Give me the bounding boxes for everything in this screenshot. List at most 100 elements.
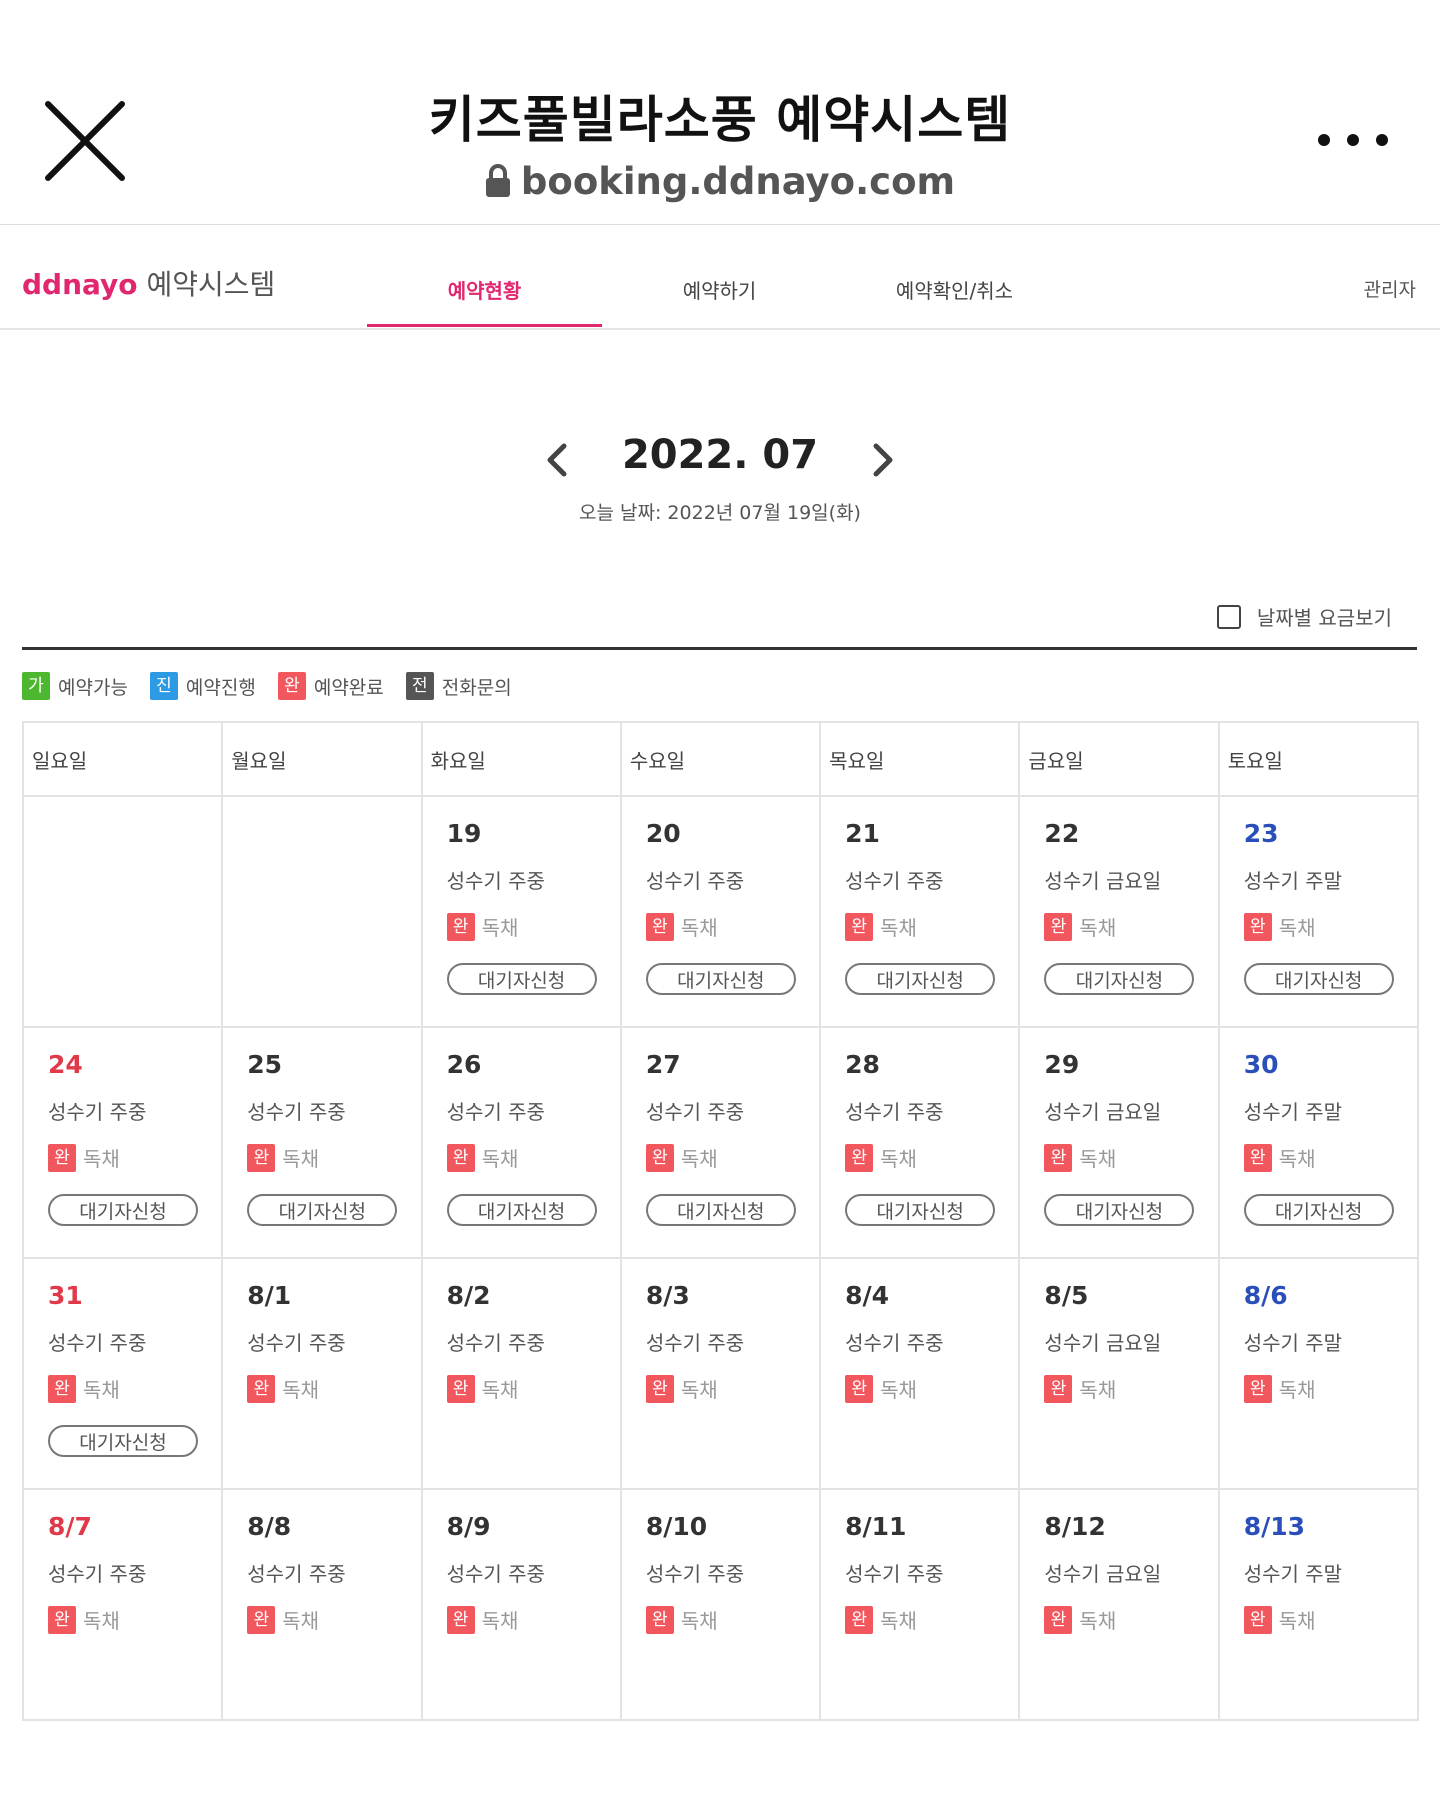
room-status[interactable]: 완 독채	[247, 1605, 319, 1634]
room-status[interactable]: 완 독채	[645, 1143, 718, 1172]
room-status[interactable]: 완 독채	[1243, 1374, 1316, 1403]
room-status[interactable]: 완 독채	[1243, 912, 1316, 941]
weekday-header: 토요일	[1219, 723, 1419, 797]
room-status[interactable]: 완 독채	[645, 1605, 718, 1634]
room-status[interactable]: 완 독채	[247, 1374, 319, 1403]
season-label: 성수기 주말	[1243, 869, 1343, 893]
room-status[interactable]: 완 독채	[48, 1143, 120, 1172]
more-icon[interactable]	[1318, 128, 1388, 152]
room-status[interactable]: 완 독채	[845, 1605, 917, 1634]
room-status[interactable]: 완 독채	[845, 1374, 917, 1403]
room-name: 독채	[680, 1378, 718, 1402]
season-label: 성수기 주중	[247, 1100, 346, 1124]
tab-reservation-status[interactable]: 예약현황	[367, 275, 602, 304]
season-label: 성수기 금요일	[1044, 1562, 1162, 1586]
room-name: 독채	[481, 1147, 519, 1171]
legend-completed: 완 예약완료	[277, 672, 384, 700]
room-status[interactable]: 완 독채	[645, 912, 718, 941]
season-label: 성수기 주중	[645, 1562, 745, 1586]
room-status[interactable]: 완 독채	[1044, 1374, 1116, 1403]
completed-badge: 완	[845, 1143, 874, 1172]
completed-badge: 완	[247, 1605, 276, 1634]
room-status[interactable]: 완 독채	[1044, 1143, 1116, 1172]
day-number: 19	[446, 819, 482, 848]
room-status[interactable]: 완 독채	[48, 1374, 120, 1403]
season-label: 성수기 주중	[645, 1331, 745, 1355]
room-status[interactable]: 완 독채	[1044, 912, 1116, 941]
site-navigation: ddnayo 예약시스템 예약현황 예약하기 예약확인/취소 관리자	[0, 225, 1440, 330]
waitlist-button[interactable]: 대기자신청	[845, 1194, 996, 1226]
day-number: 8/12	[1044, 1512, 1106, 1541]
tab-check-cancel[interactable]: 예약확인/취소	[837, 275, 1072, 304]
day-number: 24	[48, 1050, 83, 1079]
calendar-day: 8/9 성수기 주중 완 독채	[422, 1490, 622, 1721]
calendar-day: 8/10 성수기 주중 완 독채	[621, 1490, 822, 1721]
calendar-day: 26 성수기 주중 완 독채 대기자신청	[422, 1028, 622, 1259]
room-status[interactable]: 완 독채	[446, 1605, 518, 1634]
room-status[interactable]: 완 독채	[845, 912, 917, 941]
chevron-left-icon[interactable]	[538, 438, 578, 482]
completed-badge: 완	[1243, 1374, 1272, 1403]
site-logo[interactable]: ddnayo 예약시스템	[22, 263, 275, 303]
waitlist-button[interactable]: 대기자신청	[1044, 1194, 1195, 1226]
room-name: 독채	[680, 1147, 718, 1171]
room-status[interactable]: 완 독채	[446, 912, 518, 941]
admin-link[interactable]: 관리자	[1364, 275, 1416, 302]
season-label: 성수기 금요일	[1044, 1100, 1162, 1124]
tab-make-reservation[interactable]: 예약하기	[602, 275, 837, 304]
completed-badge: 완	[845, 912, 874, 941]
weekday-header: 수요일	[621, 723, 822, 797]
room-status[interactable]: 완 독채	[446, 1143, 519, 1172]
season-label: 성수기 주중	[446, 869, 545, 893]
brand-suffix: 예약시스템	[146, 268, 276, 301]
room-status[interactable]: 완 독채	[845, 1143, 917, 1172]
season-label: 성수기 주중	[48, 1100, 147, 1124]
waitlist-button[interactable]: 대기자신청	[845, 963, 996, 995]
day-number: 23	[1243, 819, 1279, 848]
day-number: 31	[48, 1281, 83, 1310]
season-label: 성수기 주말	[1243, 1562, 1343, 1586]
status-legend: 가 예약가능 진 예약진행 완 예약완료 전 전화문의	[22, 672, 534, 700]
waitlist-button[interactable]: 대기자신청	[645, 963, 796, 995]
waitlist-button[interactable]: 대기자신청	[48, 1194, 198, 1226]
chevron-right-icon[interactable]	[862, 438, 902, 482]
waitlist-button[interactable]: 대기자신청	[446, 1194, 597, 1226]
calendar-day: 25 성수기 주중 완 독채 대기자신청	[223, 1028, 423, 1259]
completed-badge: 완	[1044, 1605, 1073, 1634]
completed-badge: 완	[845, 1374, 874, 1403]
room-status[interactable]: 완 독채	[645, 1374, 718, 1403]
completed-badge: 완	[446, 1374, 475, 1403]
room-status[interactable]: 완 독채	[1243, 1143, 1316, 1172]
completed-badge: 완	[645, 1143, 674, 1172]
season-label: 성수기 금요일	[1044, 869, 1162, 893]
room-status[interactable]: 완 독채	[48, 1605, 120, 1634]
day-number: 8/3	[645, 1281, 690, 1310]
completed-badge: 완	[446, 1605, 475, 1634]
calendar-day: 8/6 성수기 주말 완 독채	[1219, 1259, 1419, 1490]
room-status[interactable]: 완 독채	[1243, 1605, 1316, 1634]
weekday-header: 화요일	[422, 723, 622, 797]
waitlist-button[interactable]: 대기자신청	[1243, 963, 1394, 995]
waitlist-button[interactable]: 대기자신청	[48, 1425, 198, 1457]
url-display[interactable]: booking.ddnayo.com	[0, 160, 1440, 207]
lock-icon	[485, 164, 511, 207]
price-by-date-checkbox[interactable]: 날짜별 요금보기	[1216, 602, 1392, 631]
waitlist-button[interactable]: 대기자신청	[1044, 963, 1195, 995]
waitlist-button[interactable]: 대기자신청	[1243, 1194, 1394, 1226]
waitlist-button[interactable]: 대기자신청	[446, 963, 597, 995]
checkbox-icon[interactable]	[1216, 604, 1241, 629]
room-status[interactable]: 완 독채	[247, 1143, 319, 1172]
season-label: 성수기 주중	[48, 1562, 147, 1586]
calendar-day-empty	[223, 797, 423, 1028]
day-number: 28	[845, 1050, 880, 1079]
legend-label: 예약진행	[185, 676, 256, 699]
completed-badge: 완	[645, 1605, 674, 1634]
waitlist-button[interactable]: 대기자신청	[645, 1194, 796, 1226]
day-number: 8/8	[247, 1512, 292, 1541]
completed-badge: 완	[48, 1605, 76, 1634]
browser-header: 키즈풀빌라소풍 예약시스템 booking.ddnayo.com	[0, 0, 1440, 225]
waitlist-button[interactable]: 대기자신청	[247, 1194, 398, 1226]
room-status[interactable]: 완 독채	[446, 1374, 518, 1403]
room-name: 독채	[1278, 1147, 1316, 1171]
room-status[interactable]: 완 독채	[1044, 1605, 1116, 1634]
